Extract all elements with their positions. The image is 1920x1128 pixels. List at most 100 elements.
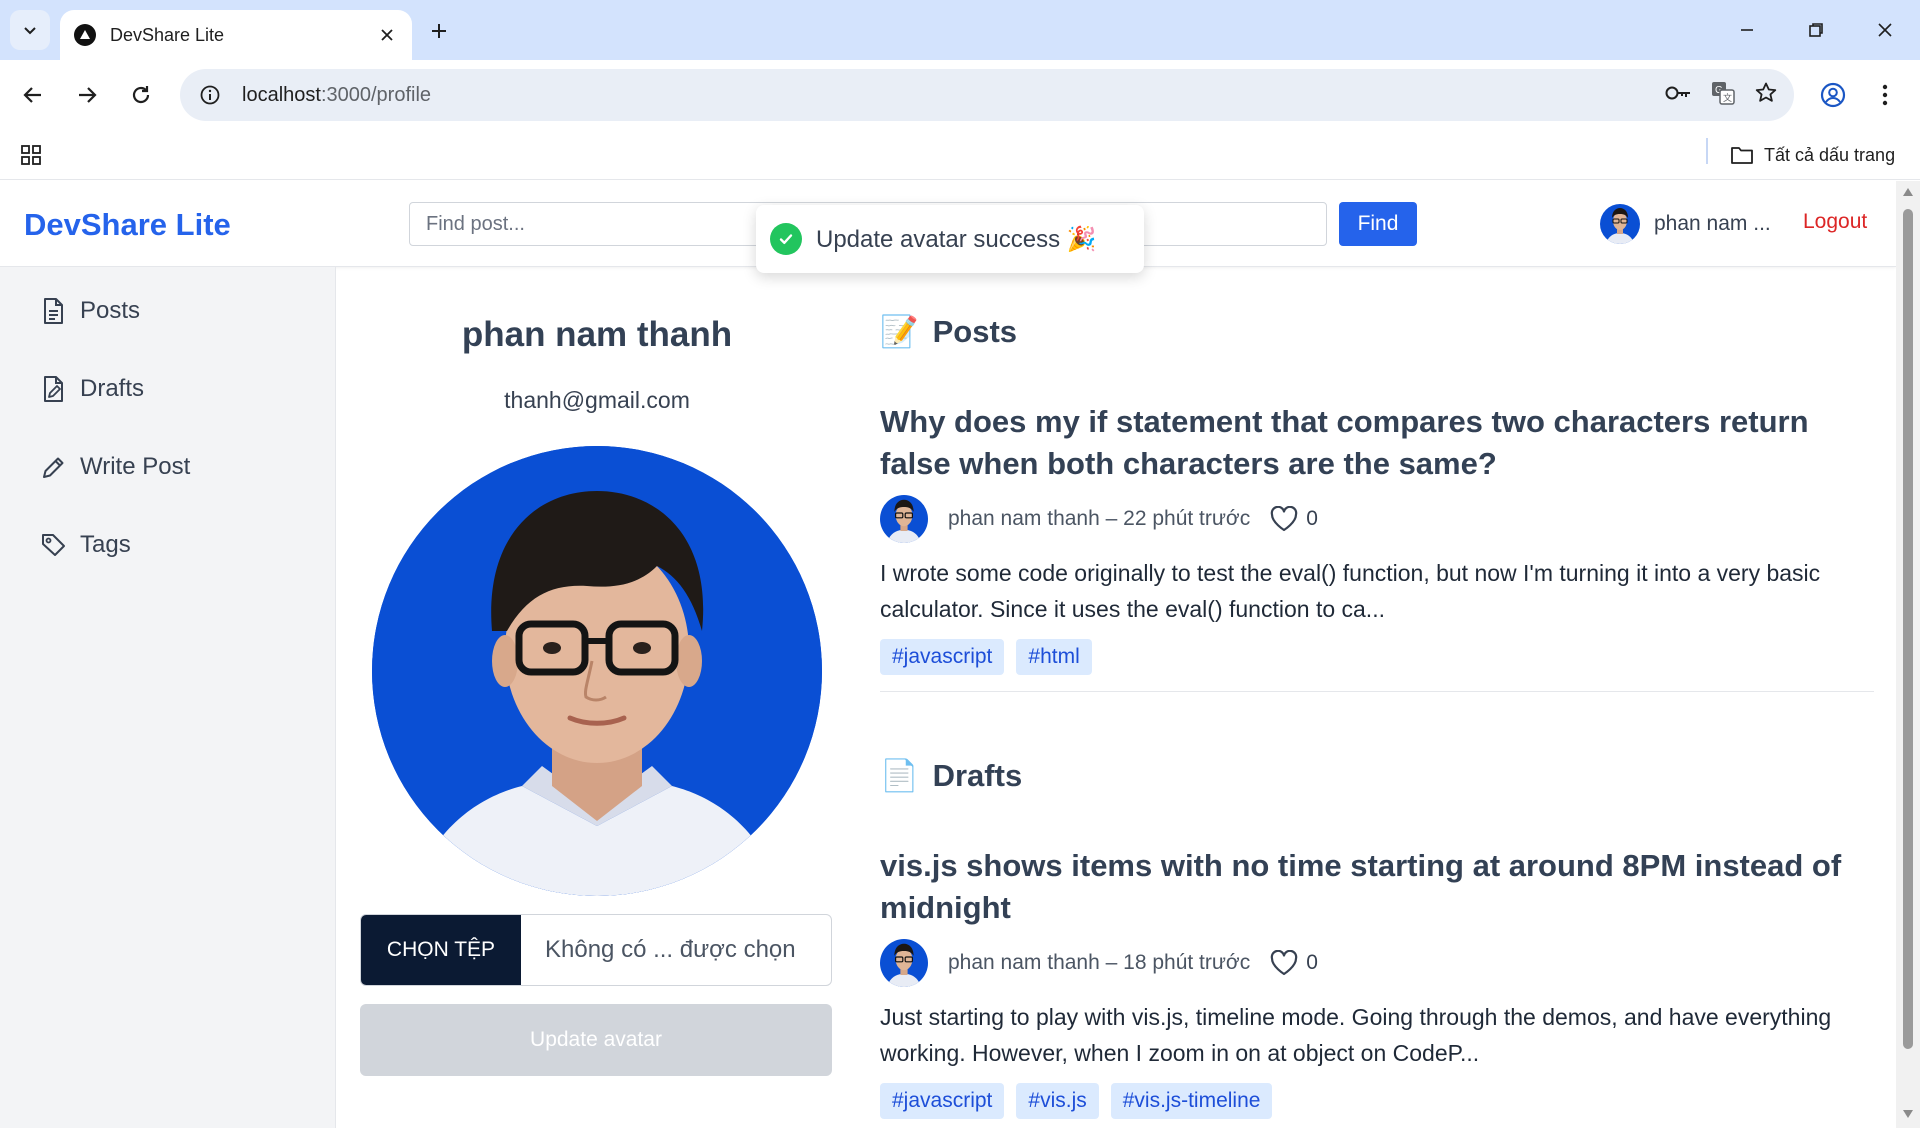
bookmark-star-icon[interactable] [1754,81,1778,110]
scroll-up-icon[interactable] [1901,185,1915,199]
post-excerpt: Just starting to play with vis.js, timel… [880,1004,1832,1066]
arrow-right-icon [79,87,97,103]
avatar [1600,204,1640,244]
tag-chip[interactable]: #javascript [880,1083,1005,1119]
user-menu[interactable]: phan nam ... [1600,200,1771,248]
choose-file-button[interactable]: CHỌN TỆP [361,915,521,985]
account-circle-icon [1820,82,1846,108]
sidebar-item-label: Drafts [80,375,145,402]
drafts-heading: Drafts [932,757,1023,793]
site-info-icon[interactable] [184,69,236,121]
post-excerpt: I wrote some code originally to test the… [880,560,1821,622]
app-favicon-icon [74,24,96,46]
sidebar-item-label: Write Post [80,453,191,480]
close-icon [1878,23,1892,37]
scroll-down-icon[interactable] [1901,1107,1915,1121]
browser-tab[interactable]: DevShare Lite [60,10,412,60]
sidebar-item-write-post[interactable]: Write Post [40,447,190,487]
post-card: Why does my if statement that compares t… [880,401,1874,692]
browser-menu-button[interactable] [1864,74,1906,116]
sidebar-item-drafts[interactable]: Drafts [40,369,144,409]
close-window-button[interactable] [1858,6,1912,54]
sidebar: Posts Drafts Write Post Tags [0,267,336,1128]
profile-avatar [372,446,822,896]
draft-title-link[interactable]: vis.js shows items with no time starting… [880,845,1874,929]
chevron-down-icon [24,27,36,35]
apps-grid-icon[interactable] [14,138,48,172]
like-button[interactable]: 0 [1270,506,1318,532]
post-author-time: phan nam thanh – 22 phút trước [948,507,1251,530]
post-tags: #javascript #vis.js #vis.js-timeline [880,1083,1874,1119]
minimize-icon [1741,29,1753,31]
update-avatar-button[interactable]: Update avatar [360,1004,832,1076]
page-scrollbar[interactable] [1896,181,1920,1128]
address-bar[interactable]: localhost:3000/profile G文 [180,69,1794,121]
back-button[interactable] [12,74,54,116]
restore-button[interactable] [1789,6,1843,54]
tag-chip[interactable]: #vis.js-timeline [1110,1083,1273,1119]
main-content: phan nam thanh thanh@gmail.com CHỌN TỆP … [336,267,1896,1128]
avatar [880,495,928,543]
avatar [880,939,928,987]
draft-card: vis.js shows items with no time starting… [880,845,1874,1119]
tag-chip[interactable]: #javascript [880,639,1005,675]
profile-button[interactable] [1812,74,1854,116]
post-title-link[interactable]: Why does my if statement that compares t… [880,401,1874,485]
reload-button[interactable] [120,74,162,116]
like-button[interactable]: 0 [1270,950,1318,976]
posts-section-title: 📝 Posts [880,313,1017,350]
post-author-time: phan nam thanh – 18 phút trước [948,951,1251,974]
sidebar-item-label: Posts [80,297,141,324]
find-button[interactable]: Find [1339,202,1417,246]
arrow-left-icon [23,87,41,103]
url-text: localhost:3000/profile [242,84,431,107]
restore-icon [1809,23,1823,37]
sidebar-item-label: Tags [80,531,131,558]
user-name: phan nam ... [1654,212,1771,235]
page-viewport: DevShare Lite Find phan nam ... Logout [0,181,1920,1128]
post-tags: #javascript #html [880,639,1874,675]
heart-icon [1270,506,1298,532]
reload-icon [132,86,150,104]
profile-name: phan nam thanh [461,315,733,354]
draft-icon [44,376,63,402]
close-tab-icon[interactable] [370,18,404,52]
posts-heading: Posts [932,313,1018,349]
logout-link[interactable]: Logout [1803,210,1867,234]
sidebar-item-tags[interactable]: Tags [40,525,131,565]
bookmarks-bar: Tất cả dấu trang [0,130,1920,180]
post-divider [880,691,1874,692]
forward-button[interactable] [66,74,108,116]
bookmarks-divider [1706,138,1708,164]
post-meta: phan nam thanh – 18 phút trước 0 [880,939,1874,987]
scrollbar-thumb[interactable] [1903,209,1913,1049]
pencil-icon [43,457,64,478]
url-path: :3000/profile [320,83,432,106]
translate-icon[interactable]: G文 [1710,80,1736,111]
plus-icon [432,24,446,38]
file-upload-field[interactable]: CHỌN TỆP Không có ... được chọn [360,914,832,986]
tag-chip[interactable]: #vis.js [1016,1083,1099,1119]
url-host: localhost [242,83,321,106]
like-count: 0 [1306,951,1318,974]
profile-email: thanh@gmail.com [504,387,690,413]
folder-icon [1731,147,1753,164]
sidebar-item-posts[interactable]: Posts [40,291,140,331]
browser-tabstrip: DevShare Lite [0,0,1920,60]
check-circle-icon [770,223,802,255]
svg-text:文: 文 [1723,92,1732,103]
browser-toolbar: localhost:3000/profile G文 [0,60,1920,130]
password-key-icon[interactable] [1664,82,1692,109]
post-meta: phan nam thanh – 22 phút trước 0 [880,495,1874,543]
all-bookmarks-label: Tất cả dấu trang [1764,144,1896,165]
brand-logo[interactable]: DevShare Lite [24,207,231,243]
page-icon: 📄 [880,758,919,793]
drafts-section-title: 📄 Drafts [880,757,1022,794]
new-tab-button[interactable] [420,12,458,50]
heart-icon [1270,950,1298,976]
all-bookmarks-button[interactable]: Tất cả dấu trang [1730,138,1895,172]
tab-search-button[interactable] [10,10,50,50]
memo-icon: 📝 [880,314,919,349]
tag-chip[interactable]: #html [1016,639,1092,675]
minimize-button[interactable] [1720,6,1774,54]
